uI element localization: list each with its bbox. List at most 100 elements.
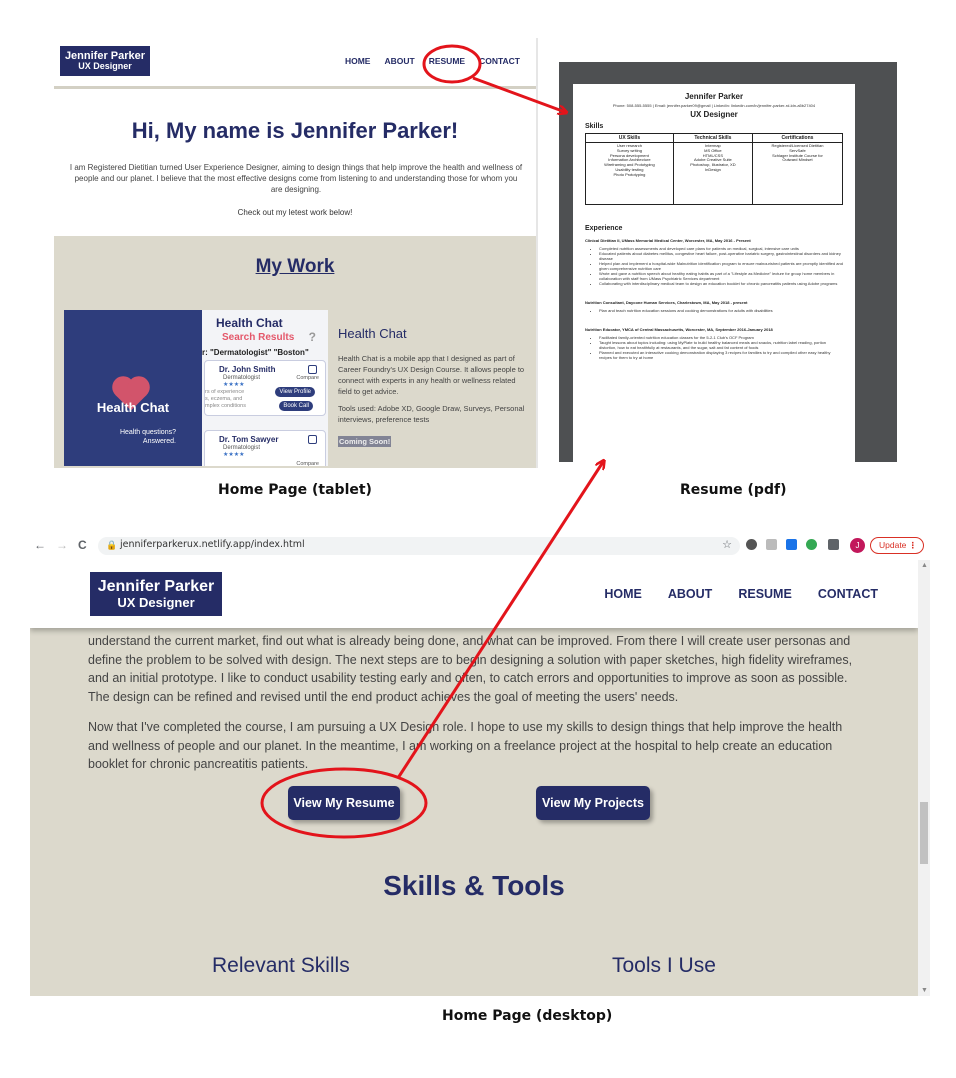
hero-intro: I am Registered Dietitian turned User Ex… — [69, 163, 523, 194]
about-paragraph: understand the current market, find out … — [88, 634, 853, 704]
compare-label: Compare — [296, 461, 319, 466]
compare-checkbox — [308, 365, 317, 374]
address-bar[interactable]: 🔒 jenniferparkerux.netlify.app/index.htm… — [98, 537, 740, 555]
rating-stars-icon: ★★★★ — [223, 452, 245, 458]
lock-icon: 🔒 — [106, 540, 118, 550]
caption-tablet: Home Page (tablet) — [218, 482, 372, 498]
url-text: jenniferparkerux.netlify.app/index.html — [120, 539, 305, 550]
nav-about[interactable]: ABOUT — [668, 587, 712, 601]
list-item: Planned and executed an interactive cook… — [599, 350, 843, 360]
extensions-puzzle-icon[interactable] — [828, 539, 839, 550]
nav-contact[interactable]: CONTACT — [479, 56, 520, 66]
table-header: Certifications — [751, 133, 844, 143]
preview-phone-screen: Health Chat ? Search Results r: "Dermato… — [202, 310, 328, 466]
tools-heading: Tools I Use — [612, 954, 716, 977]
extension-megaphone-icon[interactable] — [786, 539, 797, 550]
coming-soon-badge: Coming Soon! — [338, 436, 392, 447]
job-bullets: Facilitated family-oriented nutrition ed… — [599, 335, 843, 360]
doctor-card: Dr. John Smith Dermatologist ★★★★ rs of … — [204, 360, 326, 416]
project-description: Health Chat Health Chat is a mobile app … — [338, 326, 528, 449]
menu-dots-icon: ⋮ — [908, 540, 918, 550]
scroll-up-icon[interactable]: ▲ — [921, 562, 928, 569]
skills-table: UX Skills Technical Skills Certification… — [585, 133, 844, 205]
compare-label: Compare — [296, 375, 319, 381]
extension-dark-icon[interactable] — [746, 539, 757, 550]
desktop-page-viewport: Jennifer Parker UX Designer HOME ABOUT R… — [30, 560, 918, 996]
compare-checkbox — [308, 435, 317, 444]
reload-icon[interactable]: C — [78, 538, 87, 552]
site-logo[interactable]: Jennifer Parker UX Designer — [60, 46, 150, 76]
nav-resume[interactable]: RESUME — [738, 587, 791, 601]
extension-gray-icon[interactable] — [766, 539, 777, 550]
back-icon[interactable]: ← — [34, 538, 46, 552]
phone-title: Health Chat — [216, 316, 283, 330]
project-summary: Health Chat is a mobile app that I desig… — [338, 354, 525, 396]
caption-resume: Resume (pdf) — [680, 482, 787, 498]
caption-desktop: Home Page (desktop) — [442, 1008, 613, 1024]
tagline-line-1: Health questions? — [119, 429, 176, 436]
preview-cover-panel: Health Chat Health questions? Answered. — [64, 310, 202, 466]
help-icon: ? — [308, 330, 316, 344]
preview-cover-title: Health Chat — [96, 400, 170, 415]
top-nav: HOME ABOUT RESUME CONTACT — [345, 56, 520, 66]
scroll-thumb[interactable] — [920, 802, 928, 864]
list-item: Educated patients about diabetes mellitu… — [599, 251, 843, 261]
header-divider — [54, 86, 536, 89]
project-tools: Tools used: Adobe XD, Google Draw, Surve… — [338, 404, 525, 424]
nav-home[interactable]: HOME — [604, 587, 642, 601]
project-title[interactable]: Health Chat — [338, 326, 528, 341]
about-paragraph: Now that I've completed the course, I am… — [88, 720, 843, 771]
phone-subtitle: Search Results — [222, 332, 295, 343]
page-scrollbar[interactable]: ▲ ▼ — [918, 560, 930, 996]
tagline-line-2: Answered. — [142, 438, 176, 445]
doctor-name: Dr. Tom Sawyer — [219, 435, 279, 444]
skills-heading: Skills — [585, 123, 604, 130]
nav-about[interactable]: ABOUT — [384, 56, 414, 66]
ux-skills-cell: User research Survey writing Persona dev… — [585, 142, 674, 205]
site-header: Jennifer Parker UX Designer HOME ABOUT R… — [30, 560, 918, 628]
my-work-title: My Work — [255, 256, 335, 277]
site-logo[interactable]: Jennifer Parker UX Designer — [90, 572, 222, 616]
hero-cta-text: Check out my letest work below! — [237, 208, 353, 217]
logo-role: UX Designer — [117, 594, 195, 610]
table-header: UX Skills — [585, 133, 674, 143]
doctor-description: rs of experience s, eczema, and mplex co… — [205, 389, 246, 409]
doctor-name: Dr. John Smith — [219, 365, 276, 374]
resume-page: Jennifer Parker Phone: 508-555-5555 | Em… — [573, 84, 855, 462]
update-button[interactable]: Update ⋮ — [870, 537, 924, 554]
list-item: Helped plan and implement a hospital-wid… — [599, 261, 843, 271]
nav-contact[interactable]: CONTACT — [818, 587, 878, 601]
job-bullets: Plan and teach nutrition education sessi… — [599, 308, 843, 313]
experience-heading: Experience — [585, 225, 623, 232]
job-title: Clinical Dietitian II, UMass Memorial Me… — [585, 238, 751, 243]
job-bullets: Completed nutrition assessments and deve… — [599, 246, 843, 286]
extension-android-icon[interactable] — [806, 539, 817, 550]
phone-search-terms: r: "Dermatologist" "Boston" — [202, 348, 309, 357]
doctor-card: Dr. Tom Sawyer Dermatologist ★★★★ Compar… — [204, 430, 326, 466]
resume-name: Jennifer Parker — [684, 92, 744, 101]
my-work-section: My Work Health Chat Health questions? An… — [54, 236, 536, 468]
nav-home[interactable]: HOME — [345, 56, 371, 66]
update-label: Update — [879, 540, 907, 550]
relevant-skills-heading: Relevant Skills — [212, 954, 350, 977]
bookmark-star-icon[interactable]: ☆ — [722, 538, 732, 551]
table-header: Technical Skills — [672, 133, 753, 143]
rating-stars-icon: ★★★★ — [223, 382, 245, 388]
nav-resume[interactable]: RESUME — [429, 56, 465, 66]
list-item: Collaborating with interdisciplinary med… — [599, 281, 843, 286]
logo-role: UX Designer — [78, 61, 132, 72]
forward-icon[interactable]: → — [56, 538, 68, 552]
view-projects-button[interactable]: View My Projects — [536, 786, 650, 820]
health-chat-preview-image[interactable]: Health Chat Health questions? Answered. … — [64, 310, 328, 466]
view-profile-button: View Profile — [275, 387, 315, 397]
top-nav: HOME ABOUT RESUME CONTACT — [604, 587, 878, 601]
list-item: Taught lessons about topics including: u… — [599, 340, 843, 350]
logo-name: Jennifer Parker — [97, 577, 215, 595]
profile-avatar[interactable]: J — [850, 538, 865, 553]
view-resume-button[interactable]: View My Resume — [288, 786, 400, 820]
tablet-home-screenshot: Jennifer Parker UX Designer HOME ABOUT R… — [54, 38, 538, 468]
scroll-down-icon[interactable]: ▼ — [921, 987, 928, 994]
tech-skills-cell: Intermap MS Office HTML/CSS Adobe Creati… — [672, 142, 753, 205]
list-item: Wrote and gave a nutrition speech about … — [599, 271, 843, 281]
preview-cover-tagline: Health questions? Answered. — [120, 428, 176, 446]
